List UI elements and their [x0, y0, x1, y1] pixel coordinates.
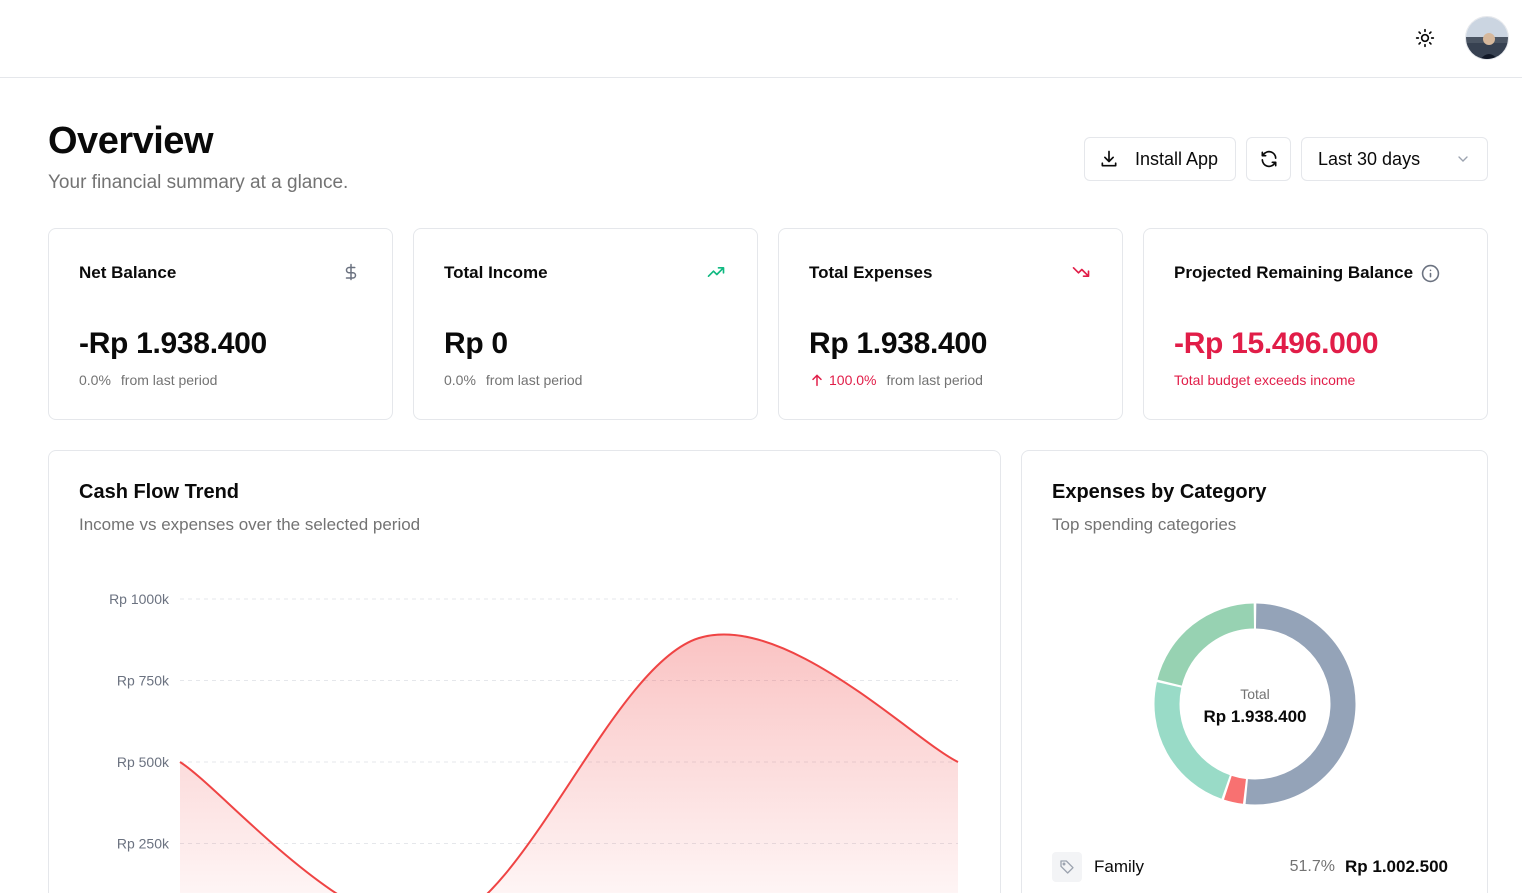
dollar-icon	[340, 261, 362, 283]
donut-total-value: Rp 1.938.400	[1203, 707, 1306, 726]
legend-item[interactable]: Family 51.7% Rp 1.002.500	[1052, 851, 1448, 883]
total-expenses-card: Total Expenses Rp 1.938.400 100.0% from …	[778, 228, 1123, 420]
stat-footer: 0.0% from last period	[444, 372, 582, 388]
stat-title: Total Expenses	[809, 263, 933, 282]
legend-amount: Rp 1.002.500	[1344, 857, 1448, 876]
stat-title: Total Income	[444, 263, 548, 282]
date-range-value: Last 30 days	[1318, 148, 1421, 169]
trending-up-icon	[705, 261, 727, 283]
install-app-button[interactable]: Install App	[1084, 137, 1236, 181]
theme-toggle-button[interactable]	[1407, 20, 1443, 56]
trending-down-icon	[1070, 261, 1092, 283]
cash-flow-chart: Rp 250k Rp 500k Rp 750k Rp 1000k	[109, 591, 959, 893]
stat-title: Net Balance	[79, 263, 177, 282]
stat-title-row: Projected Remaining Balance	[1174, 263, 1440, 283]
donut-slice[interactable]	[1245, 603, 1356, 805]
refresh-icon	[1261, 150, 1276, 168]
stat-change: 100.0%	[829, 372, 877, 388]
stat-value: Rp 0	[444, 327, 508, 360]
stat-change: 0.0%	[444, 372, 476, 388]
page-subtitle: Your financial summary at a glance.	[48, 172, 349, 193]
user-avatar[interactable]	[1465, 16, 1509, 60]
stat-change-suffix: from last period	[120, 372, 218, 388]
donut-total-label: Total	[1240, 686, 1270, 702]
stat-change-suffix: from last period	[886, 372, 983, 388]
stat-value: -Rp 15.496.000	[1174, 327, 1379, 360]
y-tick-label: Rp 250k	[117, 836, 170, 852]
net-balance-card: Net Balance -Rp 1.938.400 0.0% from last…	[48, 228, 393, 420]
expenses-by-category-panel: Expenses by Category Top spending catego…	[1021, 450, 1488, 893]
donut-slice[interactable]	[1154, 682, 1231, 799]
chevron-down-icon	[1458, 156, 1468, 162]
stat-note: Total budget exceeds income	[1174, 372, 1356, 388]
stat-change-suffix: from last period	[485, 372, 583, 388]
top-bar	[0, 0, 1522, 78]
page-title: Overview	[48, 120, 214, 162]
install-app-label: Install App	[1135, 148, 1219, 169]
stat-title: Projected Remaining Balance	[1174, 263, 1414, 282]
refresh-button[interactable]	[1246, 137, 1291, 181]
stat-change: 0.0%	[79, 372, 111, 388]
stat-value: -Rp 1.938.400	[79, 327, 267, 360]
arrow-up-icon	[812, 374, 822, 387]
date-range-select[interactable]: Last 30 days	[1301, 137, 1488, 181]
total-income-card: Total Income Rp 0 0.0% from last period	[413, 228, 758, 420]
donut-slice[interactable]	[1157, 603, 1255, 687]
tag-icon	[1052, 852, 1082, 882]
y-tick-label: Rp 1000k	[109, 591, 170, 607]
sun-icon	[1415, 28, 1435, 48]
stat-footer: 0.0% from last period	[79, 372, 217, 388]
expense-area	[180, 634, 958, 893]
projected-balance-card: Projected Remaining Balance -Rp 15.496.0…	[1143, 228, 1488, 420]
y-tick-label: Rp 750k	[117, 673, 170, 689]
cash-flow-panel: Cash Flow Trend Income vs expenses over …	[48, 450, 1001, 893]
download-icon	[1101, 150, 1117, 167]
category-donut-chart: Total Rp 1.938.400	[1154, 603, 1356, 805]
donut-slice[interactable]	[1223, 775, 1247, 804]
stat-footer: 100.0% from last period	[809, 372, 983, 388]
y-tick-label: Rp 500k	[117, 754, 170, 770]
stat-value: Rp 1.938.400	[809, 327, 988, 360]
legend-name: Family	[1094, 857, 1145, 876]
info-icon[interactable]	[1421, 264, 1440, 283]
legend-percent: 51.7%	[1289, 858, 1335, 875]
